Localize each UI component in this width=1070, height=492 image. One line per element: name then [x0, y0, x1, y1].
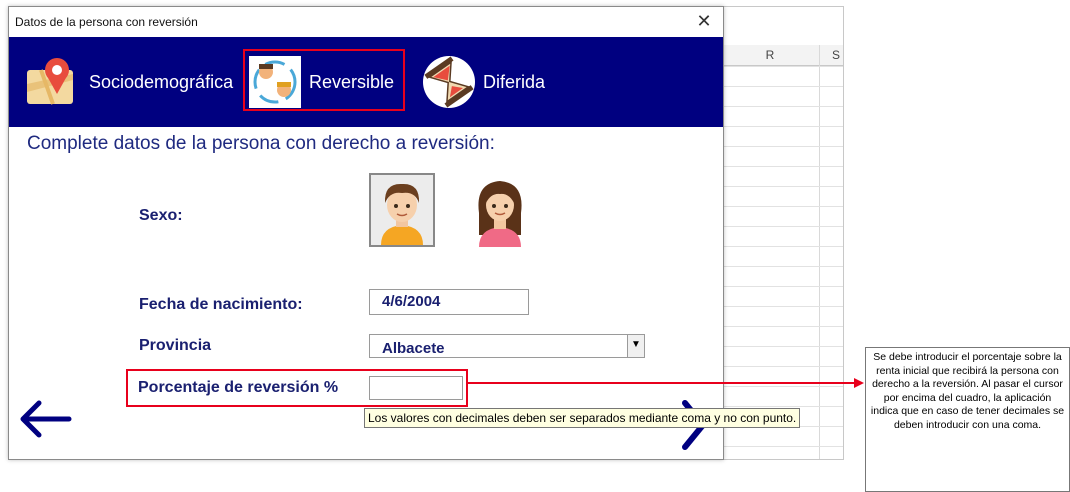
arrow-left-icon [20, 400, 72, 438]
dialog-title: Datos de la persona con reversión [15, 15, 198, 29]
close-button[interactable]: ✕ [693, 11, 715, 32]
title-bar: Datos de la persona con reversión ✕ [9, 7, 723, 37]
callout-connector-line [468, 382, 856, 384]
annotation-note: Se debe introducir el porcentaje sobre l… [865, 347, 1070, 492]
provincia-select[interactable]: Albacete ▼ [369, 334, 645, 358]
spreadsheet-background: R S [720, 6, 844, 460]
provincia-selected-value: Albacete [382, 340, 445, 357]
female-avatar-button[interactable] [467, 173, 533, 247]
male-avatar-button[interactable] [369, 173, 435, 247]
chevron-down-icon[interactable]: ▼ [627, 335, 644, 357]
hourglass-icon [421, 54, 477, 110]
female-avatar-icon [478, 181, 522, 247]
tab-diferida[interactable]: Diferida [421, 37, 545, 127]
porcentaje-highlight-box [126, 369, 468, 407]
male-avatar-icon [371, 175, 433, 245]
provincia-label: Provincia [139, 337, 212, 354]
fecha-nacimiento-label: Fecha de nacimiento: [139, 296, 303, 313]
tab-sociodemografica-label: Sociodemográfica [89, 71, 234, 92]
sheet-toolbar-area [721, 7, 843, 46]
form-subtitle: Complete datos de la persona con derecho… [27, 133, 495, 154]
column-header-row: R S [721, 45, 843, 66]
callout-arrow-icon [854, 378, 864, 388]
tab-navigation: Sociodemográfica Reversible Diferida [9, 37, 723, 127]
fecha-nacimiento-input[interactable]: 4/6/2004 [369, 289, 529, 315]
sexo-label: Sexo: [139, 207, 183, 224]
back-arrow-button[interactable] [17, 399, 73, 439]
map-pin-icon [23, 54, 79, 110]
decimal-tooltip: Los valores con decimales deben ser sepa… [364, 408, 801, 428]
reversible-highlight-box [243, 49, 405, 111]
column-header-r[interactable]: R [721, 45, 820, 65]
column-header-s[interactable]: S [820, 45, 843, 65]
tab-diferida-label: Diferida [483, 71, 546, 92]
tab-sociodemografica[interactable]: Sociodemográfica [23, 37, 233, 127]
cell-grid[interactable] [721, 66, 843, 459]
